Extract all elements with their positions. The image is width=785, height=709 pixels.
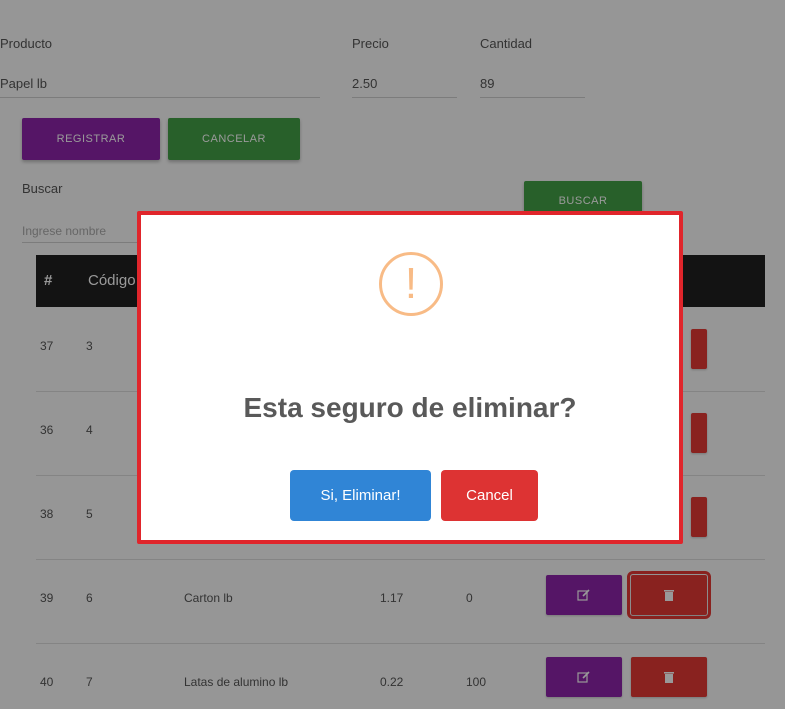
warning-icon: !	[379, 252, 443, 316]
confirm-delete-button[interactable]: Si, Eliminar!	[290, 470, 431, 521]
cancel-button[interactable]: Cancel	[441, 470, 538, 521]
dialog-title: Esta seguro de eliminar?	[243, 392, 577, 423]
confirm-delete-dialog: ! Esta seguro de eliminar? Si, Eliminar!…	[137, 211, 683, 544]
